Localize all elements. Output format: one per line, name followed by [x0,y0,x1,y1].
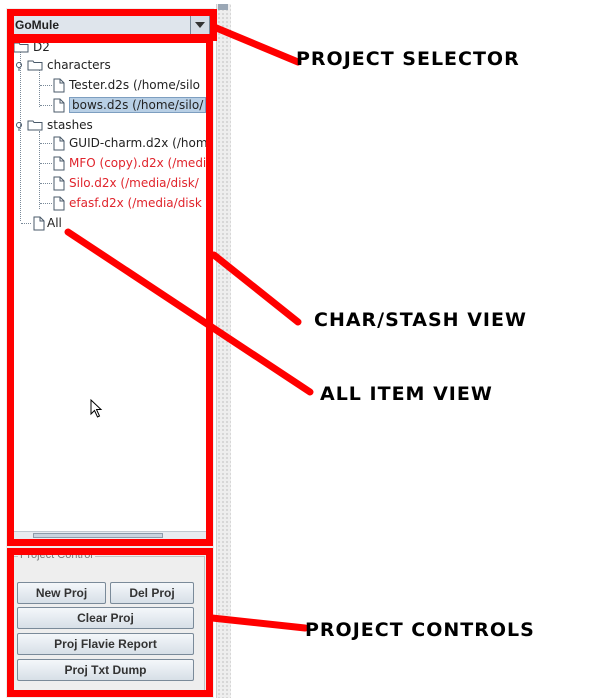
annotation-leader-lines [64,23,314,632]
callout-project-selector: PROJECT SELECTOR [296,48,520,70]
callout-char-stash-view: CHAR/STASH VIEW [314,309,527,331]
callout-project-controls: PROJECT CONTROLS [305,619,535,641]
callout-all-item-view: ALL ITEM VIEW [320,383,493,405]
